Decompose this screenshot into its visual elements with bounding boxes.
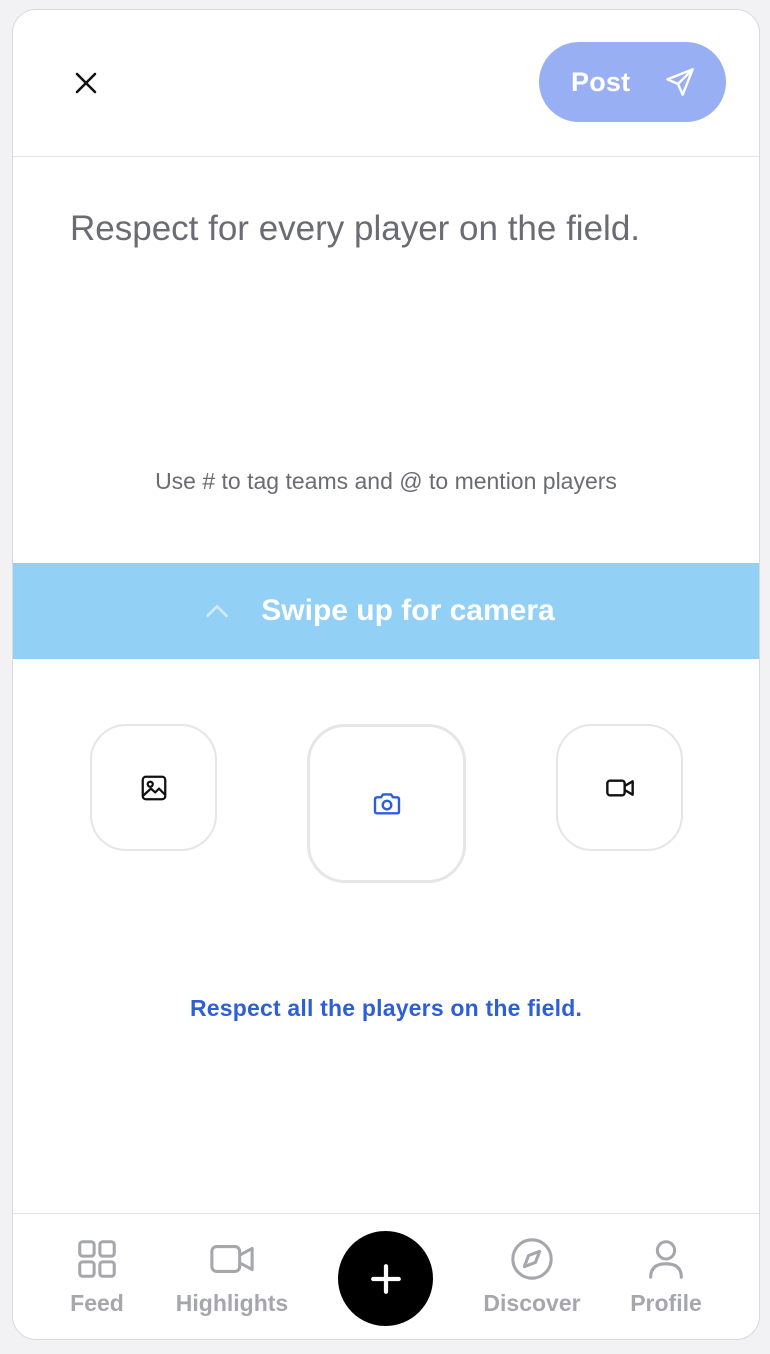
gallery-button[interactable]	[90, 724, 217, 851]
video-icon	[605, 778, 634, 797]
compose-hint: Use # to tag teams and @ to mention play…	[155, 468, 617, 494]
tab-discover-label: Discover	[483, 1290, 581, 1316]
post-text-input[interactable]: Respect for every player on the field.	[70, 208, 710, 250]
chevron-up-icon	[206, 604, 229, 618]
camera-button[interactable]	[307, 724, 466, 883]
grid-icon	[78, 1240, 116, 1278]
tab-profile-label: Profile	[630, 1290, 702, 1316]
video-icon	[210, 1245, 254, 1273]
close-icon	[75, 72, 97, 94]
tab-highlights-label: Highlights	[175, 1290, 289, 1316]
post-button-label: Post	[571, 66, 631, 97]
plus-icon	[370, 1263, 401, 1294]
user-icon	[649, 1240, 683, 1279]
camera-icon	[373, 792, 400, 815]
swipe-up-label: Swipe up for camera	[261, 594, 555, 627]
compass-icon	[511, 1238, 553, 1280]
post-button[interactable]: Post	[539, 42, 726, 122]
respect-notice: Respect all the players on the field.	[189, 995, 583, 1021]
send-icon	[666, 68, 694, 96]
bottom-tab-bar: Feed Highlights Discover Profile	[13, 1213, 759, 1339]
header: Post	[13, 10, 759, 157]
tab-discover[interactable]: Discover	[477, 1236, 587, 1317]
video-button[interactable]	[556, 724, 683, 851]
swipe-up-camera-bar[interactable]: Swipe up for camera	[13, 563, 759, 659]
image-icon	[141, 775, 166, 800]
tab-highlights[interactable]: Highlights	[168, 1236, 296, 1317]
compose-screen: Post Respect for every player on the fie…	[12, 9, 760, 1340]
close-button[interactable]	[65, 62, 107, 104]
tab-feed-label: Feed	[70, 1290, 124, 1316]
tab-feed[interactable]: Feed	[57, 1236, 137, 1317]
tab-profile[interactable]: Profile	[623, 1236, 709, 1317]
create-post-button[interactable]	[338, 1231, 433, 1326]
